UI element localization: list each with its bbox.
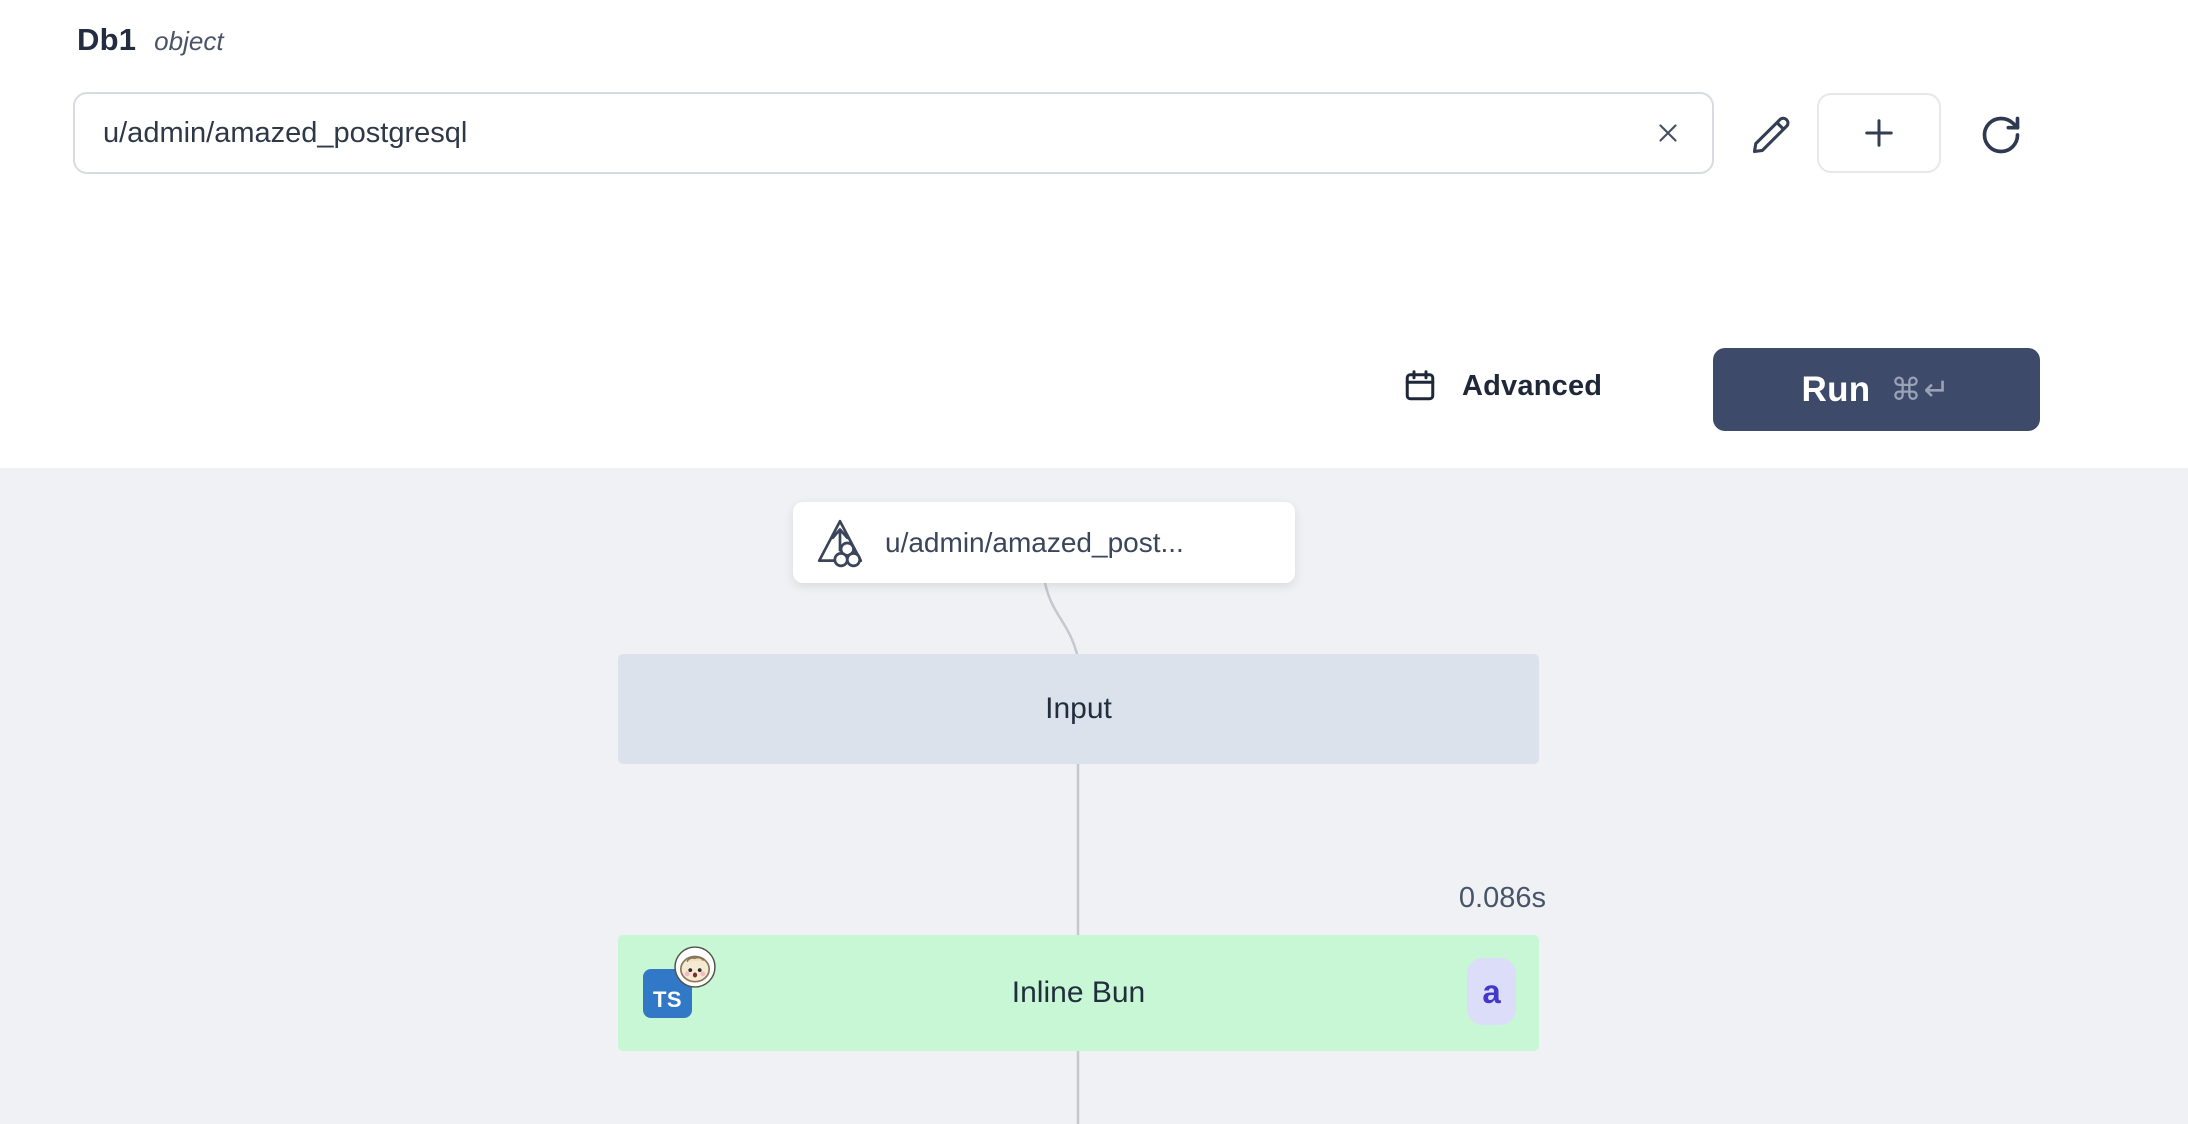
run-shortcut-hint: ⌘↵ <box>1890 372 1951 408</box>
app-root: Db1 object u/admin/amazed_postgresql <box>0 0 2188 1124</box>
inline-bun-node-label: Inline Bun <box>1012 976 1145 1010</box>
advanced-label: Advanced <box>1462 370 1602 403</box>
field-type: object <box>154 26 223 57</box>
duration-label: 0.086s <box>1459 882 1546 915</box>
node-id-badge-label: a <box>1482 973 1500 1011</box>
advanced-button[interactable]: Advanced <box>1402 352 1602 420</box>
x-icon <box>1653 118 1683 148</box>
run-button[interactable]: Run ⌘↵ <box>1713 348 2040 431</box>
flow-canvas: u/admin/amazed_post... Input 0.086s TS <box>0 468 2188 1124</box>
refresh-button[interactable] <box>1974 108 2028 162</box>
resource-node-label: u/admin/amazed_post... <box>885 527 1184 559</box>
resource-path-value: u/admin/amazed_postgresql <box>103 117 1648 150</box>
input-node[interactable]: Input <box>618 654 1539 764</box>
inline-bun-node[interactable]: TS Inline Bun a <box>618 935 1539 1051</box>
header-section: Db1 object u/admin/amazed_postgresql <box>0 0 2188 468</box>
rotate-cw-icon <box>1979 113 2023 157</box>
field-label-row: Db1 object <box>77 22 224 58</box>
node-id-badge: a <box>1467 958 1516 1025</box>
add-resource-button[interactable] <box>1817 93 1941 173</box>
bun-logo-icon <box>674 946 716 988</box>
field-name: Db1 <box>77 22 136 58</box>
calendar-icon <box>1402 368 1438 404</box>
pyramid-icon <box>813 516 867 570</box>
input-node-label: Input <box>1045 692 1112 726</box>
resource-path-input[interactable]: u/admin/amazed_postgresql <box>73 92 1714 174</box>
run-label: Run <box>1802 370 1871 410</box>
pencil-icon <box>1749 113 1793 157</box>
resource-node[interactable]: u/admin/amazed_post... <box>793 502 1295 583</box>
clear-button[interactable] <box>1648 113 1688 153</box>
edit-button[interactable] <box>1742 106 1800 164</box>
plus-icon <box>1858 112 1900 154</box>
typescript-icon-label: TS <box>653 987 682 1013</box>
